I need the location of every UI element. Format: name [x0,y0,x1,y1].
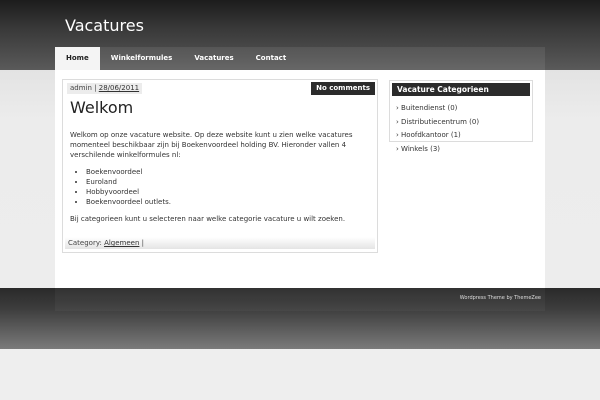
chevron-right-icon: › [396,104,399,112]
nav-item-contact[interactable]: Contact [245,47,298,70]
post-meta: admin | 28/06/2011 [67,83,143,94]
post-footer: Category: Algemeen | [65,237,375,249]
category-link[interactable]: Algemeen [104,239,139,247]
nav-item-home[interactable]: Home [55,47,100,70]
site-title[interactable]: Vacatures [65,16,144,35]
post-body: Welkom op onze vacature website. Op deze… [70,130,375,224]
widget-title: Vacature Categorieen [392,83,530,96]
brand-list: Boekenvoordeel Euroland Hobbyvoordeel Bo… [86,167,375,207]
chevron-right-icon: › [396,144,399,153]
list-item: Boekenvoordeel outlets. [86,197,375,207]
post-date-link[interactable]: 28/06/2011 [99,84,139,92]
sidebar-item-label: Distributiecentrum (0) [401,117,480,126]
nav-item-vacatures[interactable]: Vacatures [183,47,244,70]
sidebar-item-label: Hoofdkantoor (1) [401,131,461,139]
footer-credit[interactable]: Wordpress Theme by ThemeZee [460,295,541,301]
comments-button[interactable]: No comments [311,82,375,95]
sidebar-item-label: Winkels (3) [401,144,441,153]
sidebar-item-distributiecentrum[interactable]: › Distributiecentrum (0) [396,116,532,130]
header-band: Vacatures Home Winkelformules Vacatures … [0,0,600,70]
post-outro: Bij categorieen kunt u selecteren naar w… [70,215,346,223]
category-list: › Buitendienst (0) › Distributiecentrum … [390,98,532,156]
list-item: Hobbyvoordeel [86,187,375,197]
sidebar-widget: Vacature Categorieen › Buitendienst (0) … [389,80,533,153]
list-item: Boekenvoordeel [86,167,375,177]
sidebar-item-buitendienst[interactable]: › Buitendienst (0) [396,102,532,116]
footer-bar: Wordpress Theme by ThemeZee [55,288,545,311]
sidebar-item-label: Buitendienst (0) [401,104,458,112]
chevron-right-icon: › [396,117,399,126]
post: admin | 28/06/2011 No comments Welkom We… [62,79,378,253]
post-title[interactable]: Welkom [70,98,133,117]
chevron-right-icon: › [396,131,399,139]
sidebar-item-hoofdkantoor[interactable]: › Hoofdkantoor (1) [396,129,532,143]
category-label: Category: [68,239,102,247]
sidebar-item-winkels[interactable]: › Winkels (3) [396,143,532,157]
post-author[interactable]: admin [70,84,92,92]
post-intro: Welkom op onze vacature website. Op deze… [70,131,353,159]
list-item: Euroland [86,177,375,187]
content-area: admin | 28/06/2011 No comments Welkom We… [55,70,545,290]
meta-separator: | [91,84,99,92]
footer-band: Wordpress Theme by ThemeZee [0,288,600,349]
category-suffix: | [139,239,145,247]
main-nav: Home Winkelformules Vacatures Contact [55,47,545,70]
nav-item-winkelformules[interactable]: Winkelformules [100,47,184,70]
